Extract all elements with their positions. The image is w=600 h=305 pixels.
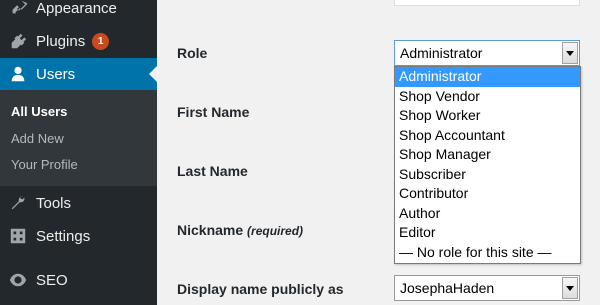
role-option[interactable]: Contributor [395,184,580,204]
chevron-down-icon[interactable] [562,42,578,64]
role-option[interactable]: Administrator [395,67,580,87]
role-option[interactable]: Editor [395,223,580,243]
last-name-label: Last Name [177,163,248,179]
role-option[interactable]: Shop Vendor [395,87,580,107]
chevron-down-icon[interactable] [562,277,578,299]
menu-item-label: Users [36,65,76,83]
paintbrush-icon [8,0,28,18]
submenu-all-users[interactable]: All Users [11,104,67,119]
display-name-select[interactable]: JosephaHaden [394,275,580,301]
admin-sidebar: Appearance Plugins 1 Users All Users Add… [0,0,157,305]
menu-item-label: Appearance [36,0,117,17]
wrench-icon [8,193,28,213]
update-count-badge: 1 [92,32,110,50]
menu-item-seo[interactable]: SEO [0,264,157,296]
profile-form: Role First Name Last Name Nickname (requ… [157,0,600,305]
menu-item-users[interactable]: Users [0,58,157,90]
username-field [394,0,580,6]
role-option[interactable]: — No role for this site — [395,243,580,263]
display-name-label: Display name publicly as [177,281,344,297]
submenu-add-new[interactable]: Add New [11,131,64,146]
role-option[interactable]: Shop Worker [395,106,580,126]
role-option[interactable]: Subscriber [395,165,580,185]
settings-icon [8,226,28,246]
menu-item-label: Settings [36,227,91,245]
menu-item-label: Tools [36,194,72,212]
role-option[interactable]: Shop Accountant [395,126,580,146]
user-icon [8,64,28,84]
nickname-label: Nickname (required) [177,222,303,238]
nickname-label-text: Nickname [177,222,244,238]
submenu-your-profile[interactable]: Your Profile [11,157,78,172]
role-dropdown-list: Administrator Shop Vendor Shop Worker Sh… [394,66,581,264]
role-option[interactable]: Shop Manager [395,145,580,165]
menu-item-label: Plugins [36,32,86,50]
role-option[interactable]: Author [395,204,580,224]
role-select[interactable]: Administrator [394,40,580,66]
seo-icon [8,270,28,290]
menu-item-plugins[interactable]: Plugins 1 [0,25,157,57]
required-marker: (required) [247,224,304,238]
menu-item-label: SEO [36,271,68,289]
role-select-value: Administrator [400,45,483,61]
users-submenu: All Users Add New Your Profile [0,90,157,186]
role-label: Role [177,45,208,61]
menu-item-tools[interactable]: Tools [0,187,157,219]
plugin-icon [8,31,28,51]
current-menu-arrow [149,66,157,82]
menu-item-appearance[interactable]: Appearance [0,0,157,24]
menu-item-settings[interactable]: Settings [0,220,157,252]
display-name-select-value: JosephaHaden [400,280,495,296]
first-name-label: First Name [177,104,250,120]
